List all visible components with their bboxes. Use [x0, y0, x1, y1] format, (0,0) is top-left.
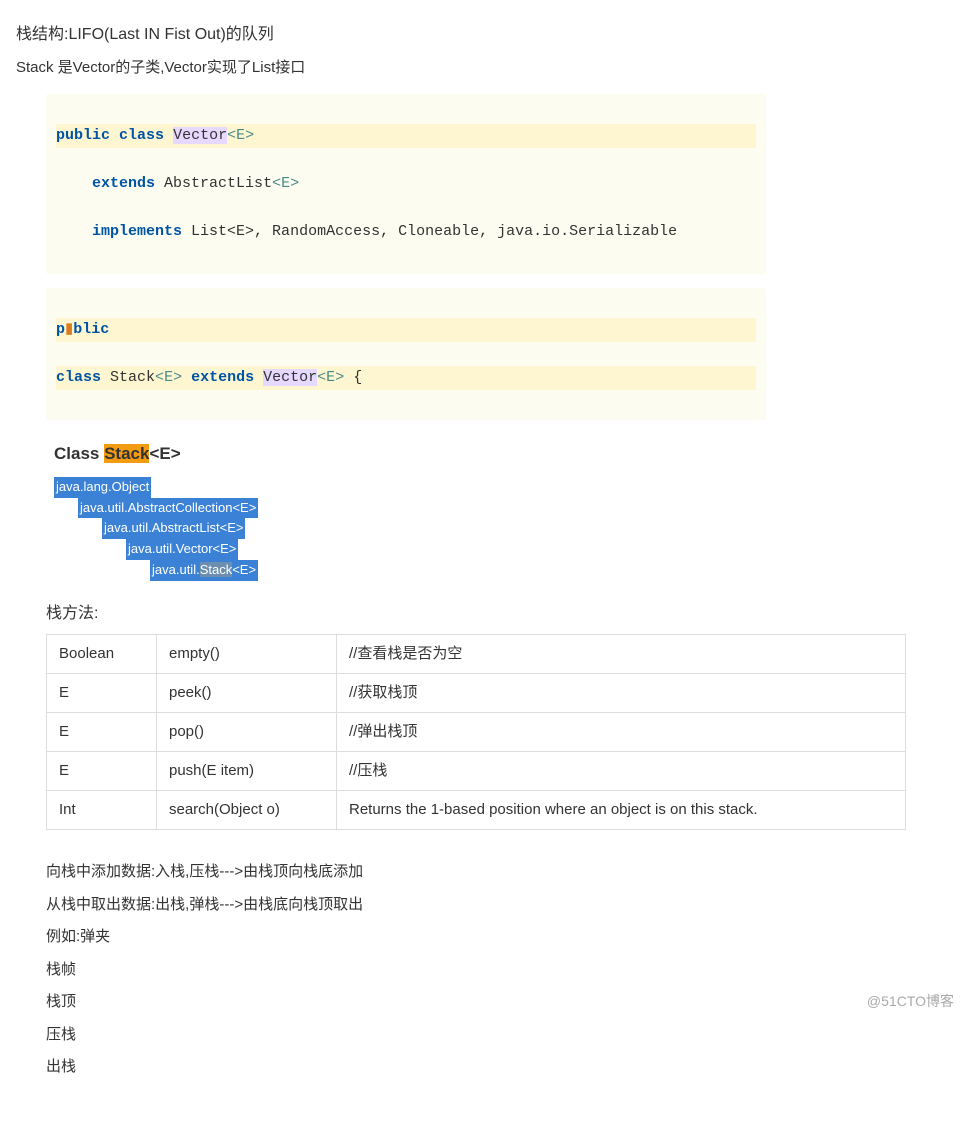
cell-desc: //压栈	[337, 752, 906, 791]
notes-section: 向栈中添加数据:入栈,压栈--->由栈顶向栈底添加 从栈中取出数据:出栈,弹栈-…	[46, 858, 956, 1082]
table-row: E push(E item) //压栈	[47, 752, 906, 791]
kw-extends: extends	[92, 175, 155, 192]
type-vector2: Vector	[263, 369, 317, 386]
kw-extends2: extends	[191, 369, 254, 386]
page-title: 栈结构:LIFO(Last IN Fist Out)的队列	[16, 22, 956, 48]
cell-return: E	[47, 674, 157, 713]
cell-desc: //查看栈是否为空	[337, 635, 906, 674]
subtitle: Stack 是Vector的子类,Vector实现了List接口	[16, 56, 956, 80]
kw-class2: class	[56, 369, 101, 386]
cell-signature: push(E item)	[157, 752, 337, 791]
cell-desc: //弹出栈顶	[337, 713, 906, 752]
note-line: 从栈中取出数据:出栈,弹栈--->由栈底向栈顶取出	[46, 891, 956, 920]
cell-return: Int	[47, 791, 157, 830]
cell-return: E	[47, 713, 157, 752]
code-rest: List<E>, RandomAccess, Cloneable, java.i…	[191, 223, 677, 240]
class-heading: Class Stack<E>	[54, 440, 956, 467]
hierarchy-item-last: java.util.Stack<E>	[150, 560, 258, 581]
table-row: E peek() //获取栈顶	[47, 674, 906, 713]
note-line: 出栈	[46, 1053, 956, 1082]
code-block-stack: p▮blic class Stack<E> extends Vector<E> …	[46, 288, 766, 420]
cell-signature: search(Object o)	[157, 791, 337, 830]
cell-signature: pop()	[157, 713, 337, 752]
note-line: 栈顶	[46, 988, 956, 1017]
table-row: Int search(Object o) Returns the 1-based…	[47, 791, 906, 830]
article-body: 栈结构:LIFO(Last IN Fist Out)的队列 Stack 是Vec…	[0, 0, 972, 1126]
hierarchy-item: java.util.AbstractList<E>	[102, 518, 245, 539]
cell-desc: //获取栈顶	[337, 674, 906, 713]
table-row: E pop() //弹出栈顶	[47, 713, 906, 752]
cell-signature: empty()	[157, 635, 337, 674]
kw-blic: blic	[73, 321, 109, 338]
kw-p: p	[56, 321, 65, 338]
hierarchy-item: java.util.AbstractCollection<E>	[78, 498, 258, 519]
gen-e: E	[236, 127, 245, 144]
kw-public: public	[56, 127, 110, 144]
type-abstractlist: AbstractList	[164, 175, 272, 192]
cell-return: E	[47, 752, 157, 791]
type-vector: Vector	[173, 127, 227, 144]
note-line: 压栈	[46, 1021, 956, 1050]
hierarchy-item: java.lang.Object	[54, 477, 151, 498]
code-block-vector: public class Vector<E> extends AbstractL…	[46, 94, 766, 274]
watermark: @51CTO博客	[867, 990, 954, 1012]
table-row: Boolean empty() //查看栈是否为空	[47, 635, 906, 674]
class-generic: <E>	[149, 444, 180, 463]
methods-table: Boolean empty() //查看栈是否为空 E peek() //获取栈…	[46, 634, 906, 830]
note-line: 例如:弹夹	[46, 923, 956, 952]
methods-label: 栈方法:	[46, 601, 956, 627]
kw-implements: implements	[92, 223, 182, 240]
type-stack: Stack	[110, 369, 155, 386]
kw-class: class	[119, 127, 164, 144]
cell-desc: Returns the 1-based position where an ob…	[337, 791, 906, 830]
class-stack: Stack	[104, 444, 149, 463]
hierarchy-item: java.util.Vector<E>	[126, 539, 238, 560]
class-label: Class	[54, 444, 104, 463]
cell-return: Boolean	[47, 635, 157, 674]
class-hierarchy: java.lang.Object java.util.AbstractColle…	[54, 477, 956, 581]
note-line: 向栈中添加数据:入栈,压栈--->由栈顶向栈底添加	[46, 858, 956, 887]
cell-signature: peek()	[157, 674, 337, 713]
note-line: 栈帧	[46, 956, 956, 985]
